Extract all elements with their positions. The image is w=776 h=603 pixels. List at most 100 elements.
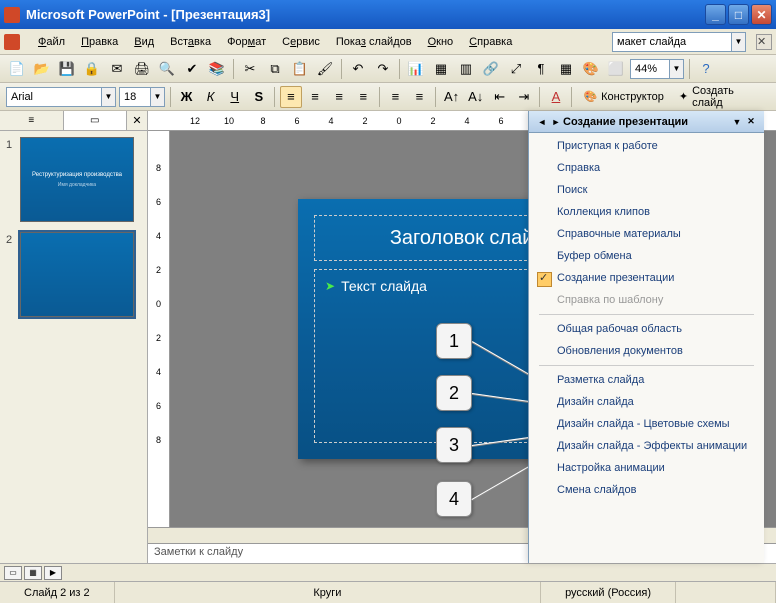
save-icon[interactable]: 💾 <box>56 58 78 80</box>
hyperlink-icon[interactable]: 🔗 <box>480 58 502 80</box>
bulleted-list-icon[interactable]: ≡ <box>409 86 430 108</box>
tp-slide-transition[interactable]: Смена слайдов <box>529 479 764 501</box>
font-size-input[interactable] <box>119 87 151 107</box>
table-icon[interactable]: ▦ <box>430 58 452 80</box>
show-formatting-icon[interactable]: ¶ <box>530 58 552 80</box>
layout-select[interactable]: ▼ <box>612 32 746 52</box>
tp-slide-design[interactable]: Дизайн слайда <box>529 391 764 413</box>
panel-close-icon[interactable]: ✕ <box>127 111 147 130</box>
tp-slide-layout[interactable]: Разметка слайда <box>529 369 764 391</box>
maximize-button[interactable]: □ <box>728 4 749 25</box>
underline-icon[interactable]: Ч <box>224 86 245 108</box>
bullet-icon: ➤ <box>325 279 335 293</box>
menu-format[interactable]: Формат <box>219 33 274 51</box>
forward-icon[interactable]: ► <box>549 115 563 129</box>
help-icon[interactable]: ? <box>695 58 717 80</box>
back-icon[interactable]: ◄ <box>535 115 549 129</box>
tp-help[interactable]: Справка <box>529 157 764 179</box>
numbered-list-icon[interactable]: ≡ <box>385 86 406 108</box>
undo-icon[interactable]: ↶ <box>347 58 369 80</box>
status-language: русский (Россия) <box>541 582 676 603</box>
zoom-input[interactable] <box>630 59 670 79</box>
email-icon[interactable]: ✉ <box>106 58 128 80</box>
chevron-down-icon[interactable]: ▼ <box>151 87 165 107</box>
tp-doc-updates[interactable]: Обновления документов <box>529 340 764 362</box>
menu-view[interactable]: Вид <box>126 33 162 51</box>
close-icon[interactable]: ✕ <box>744 115 758 129</box>
tp-clipboard[interactable]: Буфер обмена <box>529 245 764 267</box>
layout-input[interactable] <box>612 32 732 52</box>
slide-thumbnail[interactable] <box>20 232 134 317</box>
menu-service[interactable]: Сервис <box>274 33 328 51</box>
designer-icon: 🎨 <box>583 90 597 103</box>
decrease-indent-icon[interactable]: ⇤ <box>489 86 510 108</box>
tp-design-animation[interactable]: Дизайн слайда - Эффекты анимации <box>529 435 764 457</box>
sorter-view-icon[interactable]: ▦ <box>24 566 42 580</box>
font-color-icon[interactable]: A <box>545 86 566 108</box>
permission-icon[interactable]: 🔒 <box>81 58 103 80</box>
slides-tab[interactable]: ▭ <box>64 111 128 130</box>
align-left-icon[interactable]: ≡ <box>280 86 301 108</box>
grayscale-icon[interactable]: ⬜ <box>605 58 627 80</box>
tp-reference[interactable]: Справочные материалы <box>529 223 764 245</box>
paste-icon[interactable]: 📋 <box>289 58 311 80</box>
minimize-button[interactable]: _ <box>705 4 726 25</box>
cut-icon[interactable]: ✂ <box>239 58 261 80</box>
italic-icon[interactable]: К <box>200 86 221 108</box>
grid-icon[interactable]: ▦ <box>555 58 577 80</box>
tp-custom-animation[interactable]: Настройка анимации <box>529 457 764 479</box>
font-name-select[interactable]: ▼ <box>6 87 116 107</box>
research-icon[interactable]: 📚 <box>206 58 228 80</box>
print-icon[interactable]: 🖨 <box>131 58 153 80</box>
menu-insert[interactable]: Вставка <box>162 33 219 51</box>
shadow-icon[interactable]: S <box>248 86 269 108</box>
normal-view-icon[interactable]: ▭ <box>4 566 22 580</box>
decrease-font-icon[interactable]: A↓ <box>465 86 486 108</box>
align-center-icon[interactable]: ≡ <box>305 86 326 108</box>
slide-thumbnail[interactable]: Реструктуризация производства Имя доклад… <box>20 137 134 222</box>
menu-file[interactable]: Файл <box>30 33 73 51</box>
zoom-select[interactable]: ▼ <box>630 59 684 79</box>
font-size-select[interactable]: ▼ <box>119 87 165 107</box>
view-buttons: ▭ ▦ ▶ <box>0 563 776 581</box>
align-right-icon[interactable]: ≡ <box>329 86 350 108</box>
tp-design-colors[interactable]: Дизайн слайда - Цветовые схемы <box>529 413 764 435</box>
color-icon[interactable]: 🎨 <box>580 58 602 80</box>
tp-shared-workspace[interactable]: Общая рабочая область <box>529 318 764 340</box>
menu-edit[interactable]: Правка <box>73 33 126 51</box>
menu-slideshow[interactable]: Показ слайдов <box>328 33 420 51</box>
increase-font-icon[interactable]: A↑ <box>441 86 462 108</box>
menu-window[interactable]: Окно <box>420 33 462 51</box>
preview-icon[interactable]: 🔍 <box>156 58 178 80</box>
tables-borders-icon[interactable]: ▥ <box>455 58 477 80</box>
slideshow-view-icon[interactable]: ▶ <box>44 566 62 580</box>
tp-clipart[interactable]: Коллекция клипов <box>529 201 764 223</box>
chart-icon[interactable]: 📊 <box>405 58 427 80</box>
new-slide-button[interactable]: ✦ Создать слайд <box>673 86 770 108</box>
chevron-down-icon[interactable]: ▼ <box>730 115 744 129</box>
chevron-down-icon[interactable]: ▼ <box>732 32 746 52</box>
copy-icon[interactable]: ⧉ <box>264 58 286 80</box>
font-name-input[interactable] <box>6 87 102 107</box>
align-justify-icon[interactable]: ≡ <box>353 86 374 108</box>
doc-close-button[interactable]: ✕ <box>756 34 772 50</box>
format-painter-icon[interactable]: 🖌 <box>314 58 336 80</box>
tp-search[interactable]: Поиск <box>529 179 764 201</box>
bold-icon[interactable]: Ж <box>176 86 197 108</box>
new-icon[interactable]: 📄 <box>6 58 28 80</box>
spellcheck-icon[interactable]: ✔ <box>181 58 203 80</box>
redo-icon[interactable]: ↷ <box>372 58 394 80</box>
menu-help[interactable]: Справка <box>461 33 520 51</box>
window-title: Microsoft PowerPoint - [Презентация3] <box>26 7 705 22</box>
open-icon[interactable]: 📂 <box>31 58 53 80</box>
tp-getting-started[interactable]: Приступая к работе <box>529 135 764 157</box>
increase-indent-icon[interactable]: ⇥ <box>513 86 534 108</box>
designer-button[interactable]: 🎨 Конструктор <box>577 86 669 108</box>
expand-icon[interactable]: ⤢ <box>505 58 527 80</box>
tp-new-presentation[interactable]: Создание презентации <box>529 267 764 289</box>
chevron-down-icon[interactable]: ▼ <box>670 59 684 79</box>
chevron-down-icon[interactable]: ▼ <box>102 87 116 107</box>
close-button[interactable]: ✕ <box>751 4 772 25</box>
document-icon[interactable] <box>4 34 20 50</box>
outline-tab[interactable]: ≡ <box>0 111 64 130</box>
